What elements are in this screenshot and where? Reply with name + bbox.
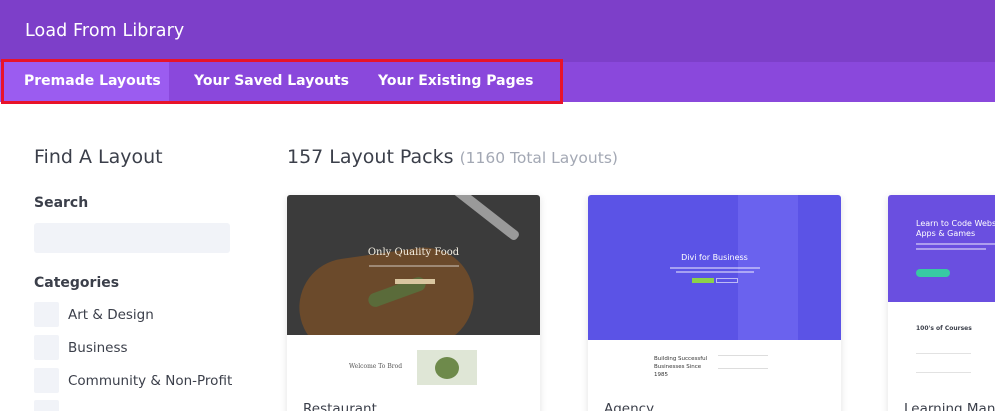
search-input[interactable] [34,223,230,253]
categories-label: Categories [34,275,120,291]
thumb-subtext: 100's of Courses [916,325,972,332]
checkbox[interactable] [34,400,59,411]
thumb-subtext: Welcome To Brod [349,363,403,370]
thumb-headline: Learn to Code Websi Apps & Games [916,219,995,238]
thumb-headline: Only Quality Food [367,247,460,258]
search-label: Search [34,195,89,211]
layout-card-agency[interactable]: Divi for Business Building Successful Bu… [588,195,841,411]
layout-thumbnail: Learn to Code Websi Apps & Games 100's o… [888,195,995,385]
layout-thumbnail: Only Quality Food Welcome To Brod [287,195,540,385]
category-business[interactable]: Business [34,335,254,361]
layout-card-name: Agency [604,401,655,411]
layout-thumbnail: Divi for Business Building Successful Bu… [588,195,841,385]
thumb-subtext: Building Successful Businesses Since 198… [654,356,708,378]
category-art-design[interactable]: Art & Design [34,302,254,328]
thumb-headline: Divi for Business [681,253,748,262]
tab-bar: Premade Layouts Your Saved Layouts Your … [0,62,995,102]
checkbox[interactable] [34,335,59,360]
layout-packs-heading: 157 Layout Packs (1160 Total Layouts) [287,146,618,168]
layout-card-learning[interactable]: Learn to Code Websi Apps & Games 100's o… [888,195,995,411]
tab-premade-layouts[interactable]: Premade Layouts [0,62,169,102]
modal-header: Load From Library [0,0,995,62]
tab-your-saved-layouts[interactable]: Your Saved Layouts [170,62,352,102]
category-label: Art & Design [68,307,154,323]
checkbox[interactable] [34,302,59,327]
category-community-non-profit[interactable]: Community & Non-Profit [34,368,254,394]
layout-card-name: Learning Mana [904,401,995,411]
modal-title: Load From Library [25,21,185,41]
total-layouts-count: (1160 Total Layouts) [459,149,618,167]
sidebar-title: Find A Layout [34,146,163,168]
tab-your-existing-pages[interactable]: Your Existing Pages [354,62,554,102]
layout-card-name: Restaurant [303,401,377,411]
layout-card-restaurant[interactable]: Only Quality Food Welcome To Brod Restau… [287,195,540,411]
category-partial[interactable] [34,400,254,411]
layout-packs-count: 157 Layout Packs [287,146,454,168]
checkbox[interactable] [34,368,59,393]
category-label: Community & Non-Profit [68,373,233,389]
category-label: Business [68,340,128,356]
